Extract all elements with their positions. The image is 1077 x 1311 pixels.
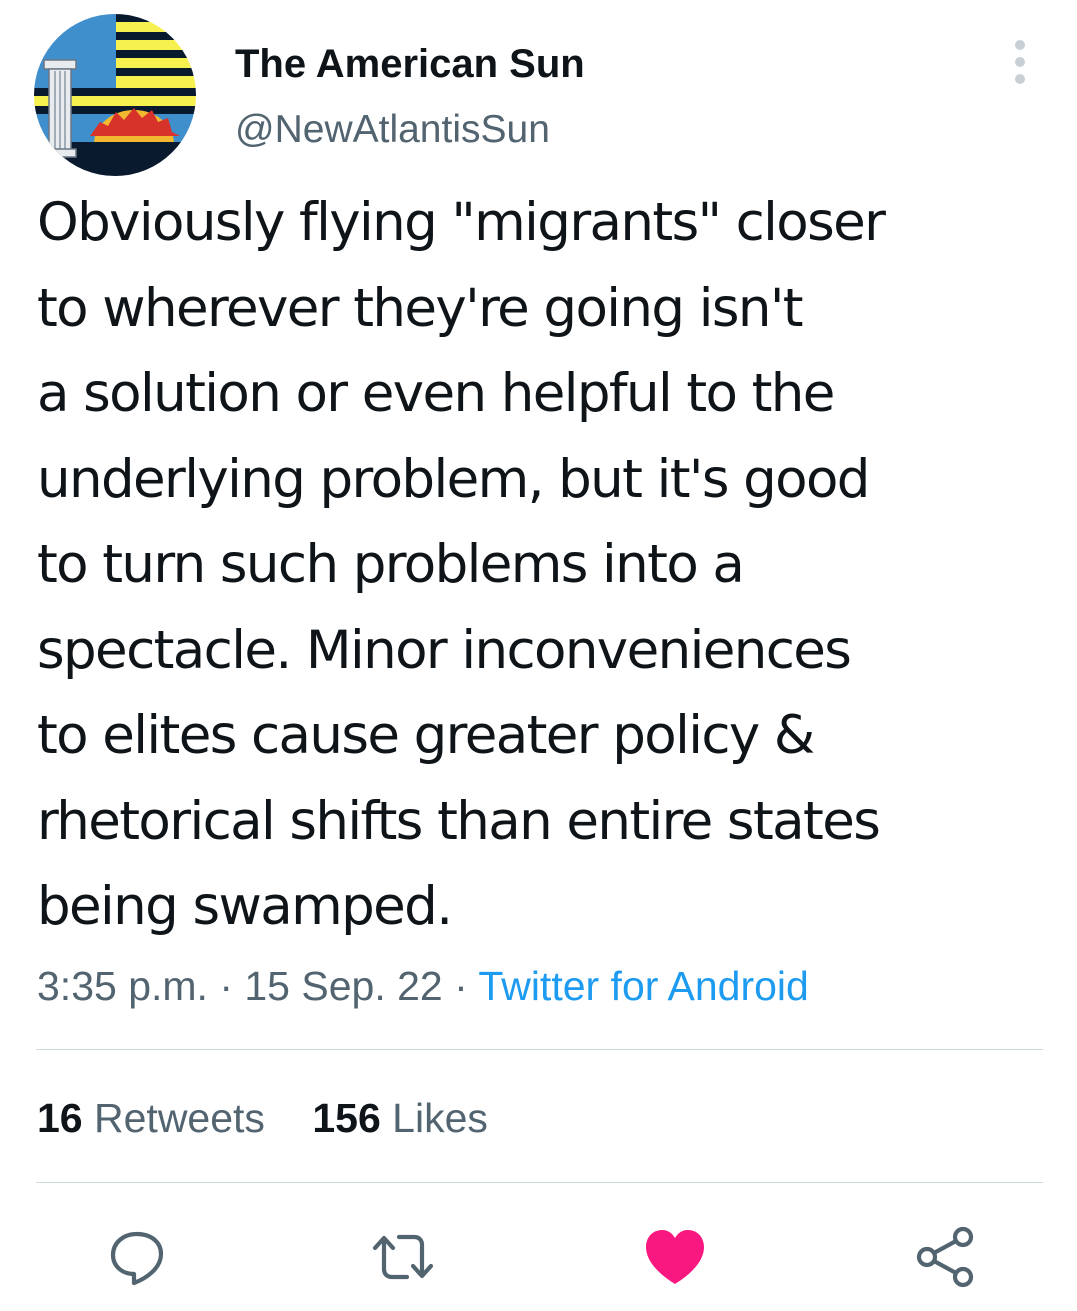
engagement-stats: 16 Retweets 156 Likes xyxy=(37,1092,488,1144)
likes-label: Likes xyxy=(392,1095,488,1141)
divider xyxy=(36,1049,1043,1050)
tweet-text: Obviously flying "migrants" closer to wh… xyxy=(37,192,886,937)
tweet-time[interactable]: 3:35 p.m. xyxy=(37,963,208,1009)
retweet-arrows-icon xyxy=(372,1234,434,1280)
avatar[interactable] xyxy=(34,14,196,176)
more-dot-icon xyxy=(1015,40,1025,50)
retweets-count: 16 xyxy=(37,1095,83,1141)
more-dot-icon xyxy=(1015,74,1025,84)
share-button[interactable] xyxy=(910,1222,980,1292)
retweet-button[interactable] xyxy=(368,1222,438,1292)
more-options-button[interactable] xyxy=(1004,38,1036,86)
tweet-source-link[interactable]: Twitter for Android xyxy=(478,963,808,1009)
divider xyxy=(36,1182,1043,1183)
more-dot-icon xyxy=(1015,57,1025,67)
retweets-stat[interactable]: 16 Retweets xyxy=(37,1092,265,1144)
avatar-logo xyxy=(34,14,196,176)
heart-icon xyxy=(646,1230,704,1284)
tweet-date[interactable]: 15 Sep. 22 xyxy=(244,963,442,1009)
reply-button[interactable] xyxy=(102,1222,172,1292)
like-button[interactable] xyxy=(640,1222,710,1292)
share-nodes-icon xyxy=(916,1226,974,1288)
display-name[interactable]: The American Sun xyxy=(235,40,585,88)
retweets-label: Retweets xyxy=(94,1095,265,1141)
meta-separator: · xyxy=(207,963,245,1009)
speech-bubble-icon xyxy=(110,1231,164,1286)
user-handle[interactable]: @NewAtlantisSun xyxy=(235,106,550,154)
tweet-meta: 3:35 p.m. · 15 Sep. 22 · Twitter for And… xyxy=(37,960,809,1012)
likes-count: 156 xyxy=(312,1095,381,1141)
likes-stat[interactable]: 156 Likes xyxy=(312,1092,488,1144)
meta-separator: · xyxy=(442,963,479,1009)
